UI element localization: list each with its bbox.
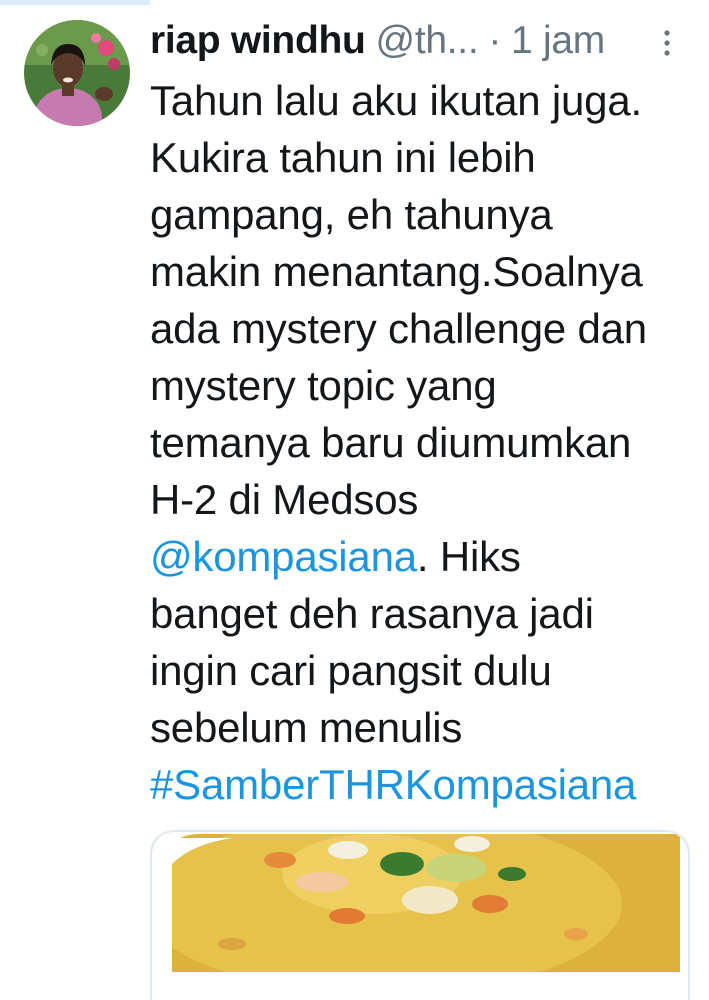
- timestamp[interactable]: 1 jam: [511, 19, 605, 63]
- author-name[interactable]: riap windhu: [150, 19, 366, 63]
- author-handle[interactable]: @th...: [376, 19, 479, 63]
- tweet-text-part-1: Tahun lalu aku ikutan juga. Kukira tahun…: [150, 77, 647, 523]
- more-vertical-icon[interactable]: [660, 26, 674, 60]
- separator-dot: ·: [488, 19, 502, 62]
- soup-photo: [172, 834, 680, 972]
- avatar-photo: [24, 20, 130, 126]
- tweet: riap windhu @th... · 1 jam Tahun lalu ak…: [0, 0, 709, 1000]
- tweet-text: Tahun lalu aku ikutan juga. Kukira tahun…: [150, 72, 690, 813]
- mention-link[interactable]: @kompasiana: [150, 533, 417, 580]
- avatar[interactable]: [24, 20, 130, 126]
- media-card[interactable]: [150, 830, 690, 1000]
- top-accent-bar: [0, 0, 150, 5]
- tweet-header: riap windhu @th... · 1 jam: [150, 12, 690, 70]
- hashtag-link[interactable]: #SamberTHRKompasiana: [150, 761, 636, 808]
